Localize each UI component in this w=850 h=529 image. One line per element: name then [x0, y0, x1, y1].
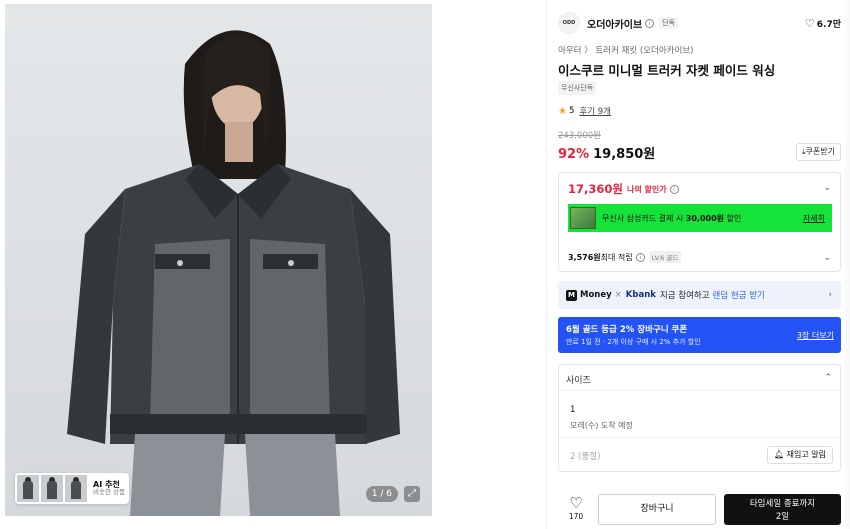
card-detail-link[interactable]: 자세히 [803, 213, 825, 224]
my-price-row[interactable]: 17,360원 나의 할인가 i [568, 181, 679, 197]
chevron-down-icon[interactable]: ⌄ [823, 253, 831, 263]
review-link[interactable]: 후기 9개 [579, 105, 611, 117]
divider [559, 390, 840, 391]
money-link: 랜덤 현금 받기 [712, 291, 765, 301]
size-header[interactable]: 사이즈 [566, 373, 591, 386]
restock-alert-button[interactable]: 🔔︎ 재입고 알림 [766, 446, 833, 464]
product-gallery[interactable]: AI 추천 비슷한 상품 1 / 6 ⤢ [5, 4, 432, 516]
rating-score: 5 [568, 106, 575, 116]
chevron-right-icon: › [828, 290, 832, 300]
buy-button[interactable]: 타임세일 종료까지 2일 [724, 494, 841, 525]
heart-icon: ♡ [569, 494, 583, 512]
card-promo-banner[interactable]: 무신사 삼성카드 결제 시 30,000원 할인 자세히 [568, 204, 832, 232]
chevron-up-icon[interactable]: ⌃ [824, 373, 832, 383]
card-image [570, 207, 596, 229]
star-icon: ★ [558, 105, 567, 117]
divider [559, 437, 840, 438]
benefit-box: 17,360원 나의 할인가 i ⌄ 무신사 삼성카드 결제 시 30,000원… [558, 172, 841, 272]
restock-label: 재입고 알림 [786, 450, 826, 459]
coupon-title: 6월 골드 등급 2% 장바구니 쿠폰 [566, 325, 688, 335]
money-desc: 지금 참여하고 [659, 291, 710, 301]
bottom-action-bar: ♡ 170 장바구니 타임세일 종료까지 2일 [558, 492, 841, 529]
original-price: 243,000원 [558, 131, 601, 141]
image-counter: 1 / 6 [365, 486, 398, 502]
coupon-sub: 만료 1일 전 · 2개 이상 구매 시 2% 추가 할인 [566, 338, 701, 346]
ai-recommend-strip[interactable]: AI 추천 비슷한 상품 [15, 473, 129, 504]
product-title: 이스쿠르 미니멀 트러커 자켓 페이드 워싱 [558, 63, 776, 78]
recommend-thumb-3[interactable] [65, 475, 87, 502]
ai-recommend-sub: 비슷한 상품 [93, 488, 125, 497]
kbank-money-banner[interactable]: M Money × Kbank 지금 참여하고 랜덤 현금 받기 › [558, 281, 841, 309]
product-page: AI 추천 비슷한 상품 1 / 6 ⤢ ODD 오더아카이브 i 단독 ♡ 6… [0, 0, 850, 529]
brand-like-button[interactable]: ♡ 6.7만 [805, 17, 841, 30]
expand-icon[interactable]: ⤢ [404, 486, 420, 502]
size-option-2-soldout: 2 (품절) [570, 452, 601, 462]
coupon-more-link[interactable]: 3장 더보기 [797, 330, 834, 341]
bell-icon: 🔔︎ [773, 450, 785, 459]
sale-price: 19,850원 [593, 147, 656, 162]
level-badge: LV.6 골드 [648, 251, 682, 263]
like-button[interactable]: ♡ 170 [566, 495, 586, 521]
size-option-1[interactable]: 1 [570, 405, 575, 415]
scrollbar[interactable] [845, 0, 850, 529]
rating-row: ★ 5 후기 9개 [558, 105, 611, 118]
my-price-label: 나의 할인가 [626, 184, 667, 194]
product-info-panel: ODD 오더아카이브 i 단독 ♡ 6.7만 아우터 〉 트러커 재킷 (오더아… [558, 0, 841, 529]
heart-icon: ♡ [804, 16, 815, 30]
card-promo-text: 무신사 삼성카드 결제 시 30,000원 할인 [602, 213, 742, 223]
info-icon[interactable]: i [669, 184, 679, 194]
brand-logo[interactable]: ODD [558, 12, 580, 34]
brand-row: ODD 오더아카이브 i 단독 ♡ 6.7만 [558, 12, 841, 34]
ai-recommend-label[interactable]: AI 추천 비슷한 상품 [93, 480, 125, 497]
model-jacket-image [67, 30, 400, 516]
buy-button-line1: 타임세일 종료까지 [749, 499, 816, 509]
points-label: 최대 적립 [600, 252, 633, 262]
recommend-thumb-2[interactable] [41, 475, 63, 502]
chevron-down-icon[interactable]: ⌄ [823, 183, 831, 193]
info-icon[interactable]: i [635, 252, 645, 262]
panel-divider [546, 0, 547, 529]
points-amount: 3,576원 [568, 252, 601, 262]
brand-name[interactable]: 오더아카이브 [587, 16, 642, 31]
cart-button[interactable]: 장바구니 [598, 494, 716, 525]
money-text: Money [580, 290, 612, 300]
times-sign: × [614, 290, 622, 300]
like-count: 170 [568, 512, 584, 521]
brand-exclusive-badge: 단독 [659, 17, 679, 29]
recommend-thumb-1[interactable] [17, 475, 39, 502]
grade-coupon-banner[interactable]: 6월 골드 등급 2% 장바구니 쿠폰 만료 1일 전 · 2개 이상 구매 시… [558, 317, 841, 353]
kbank-text: Kbank [625, 290, 656, 300]
size-option-1-delivery: 모레(수) 도착 예정 [570, 421, 633, 430]
coupon-download-button[interactable]: ⤓쿠폰받기 [796, 143, 841, 161]
discount-rate: 92% [558, 147, 590, 162]
breadcrumb[interactable]: 아우터 〉 트러커 재킷 (오더아카이브) [558, 44, 693, 56]
size-selector: 사이즈 ⌃ 1 모레(수) 도착 예정 2 (품절) 🔔︎ 재입고 알림 [558, 364, 841, 472]
exclusive-badge: 무신사단독 [558, 81, 597, 95]
brand-like-count: 6.7만 [816, 19, 841, 30]
buy-button-line2: 2일 [775, 512, 790, 522]
money-logo-icon: M [566, 289, 577, 301]
points-row[interactable]: 3,576원 최대 적립 i LV.6 골드 [568, 251, 682, 263]
price-row: 92% 19,850원 [558, 143, 655, 162]
product-photo [5, 4, 432, 516]
info-icon[interactable]: i [645, 18, 655, 28]
my-price: 17,360원 [568, 182, 623, 196]
